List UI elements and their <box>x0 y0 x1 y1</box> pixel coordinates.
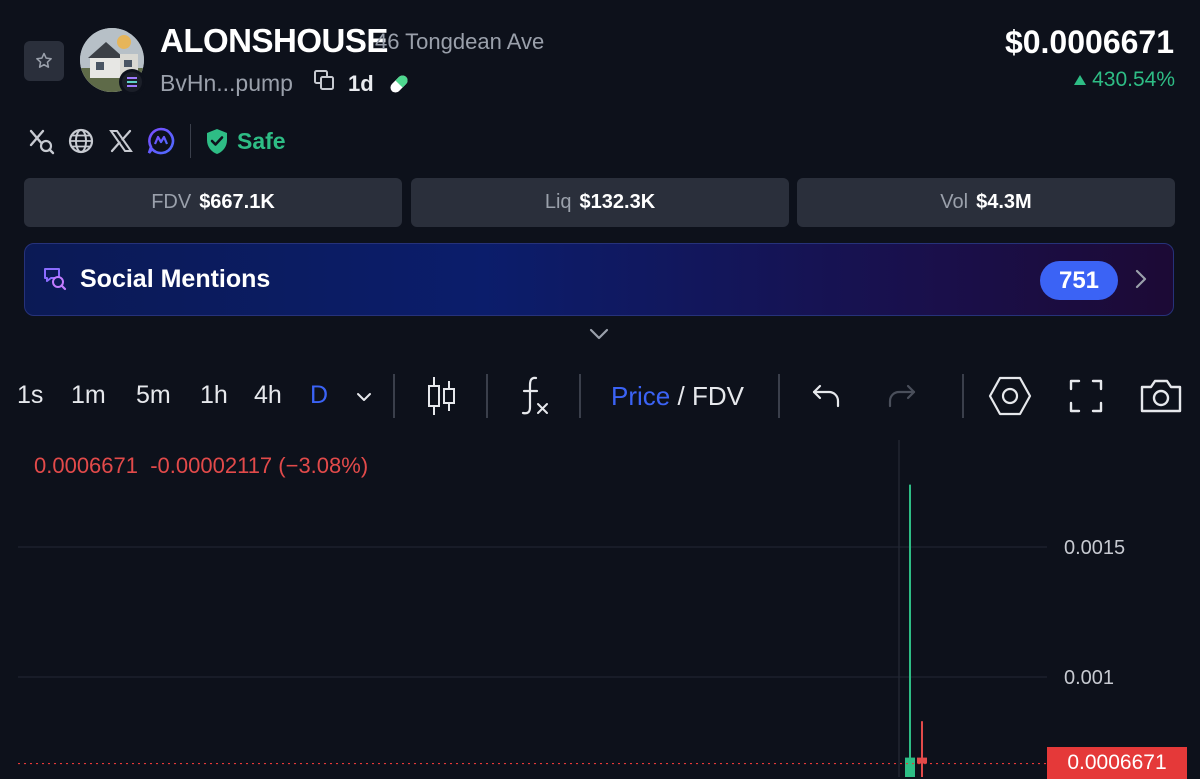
toggle-separator: / <box>677 381 685 411</box>
undo-button[interactable] <box>811 382 841 415</box>
timeframe-4h[interactable]: 4h <box>254 381 282 410</box>
undo-icon <box>812 384 840 408</box>
y-axis-tick-label: 0.001 <box>1064 667 1114 689</box>
pump-pill-icon <box>386 71 412 102</box>
social-divider <box>190 124 191 158</box>
solana-icon <box>127 77 137 87</box>
price-fdv-toggle[interactable]: Price / FDV <box>611 381 744 412</box>
candle-body <box>917 757 927 764</box>
hexagon-settings-icon <box>988 376 1032 416</box>
token-age: 1d <box>348 71 374 96</box>
toolbar-divider <box>486 374 488 418</box>
timeframe-1s[interactable]: 1s <box>17 381 43 410</box>
solana-chain-badge <box>119 69 145 95</box>
shield-check-icon <box>207 128 227 154</box>
timeframe-dropdown-button[interactable] <box>355 390 373 408</box>
indicators-button[interactable] <box>517 374 551 423</box>
settings-button[interactable] <box>988 375 1032 422</box>
social-links-row: Safe <box>24 124 286 158</box>
token-price: $0.0006671 <box>1004 24 1174 60</box>
current-price-tag: 0.0006671 <box>1047 747 1187 779</box>
expand-chevron-down-button[interactable] <box>588 327 610 346</box>
function-fx-icon <box>521 376 548 415</box>
price-toggle-option[interactable]: Price <box>611 381 670 411</box>
chevron-down-icon <box>589 328 609 340</box>
timeframe-1h[interactable]: 1h <box>200 381 228 410</box>
star-icon <box>36 52 52 68</box>
fdv-label: FDV <box>151 191 192 213</box>
toolbar-divider <box>579 374 581 418</box>
x-logo-icon <box>109 129 133 153</box>
toolbar-divider <box>962 374 964 418</box>
candlestick-icon <box>428 377 455 415</box>
chevron-down-icon <box>357 393 371 401</box>
mentions-count-badge: 751 <box>1040 261 1118 300</box>
chat-bubble-icon <box>147 127 175 155</box>
copy-address-button[interactable] <box>312 68 336 97</box>
redo-button[interactable] <box>887 382 917 415</box>
fullscreen-button[interactable] <box>1068 378 1104 419</box>
safety-badge[interactable]: Safe <box>205 128 286 155</box>
camera-icon <box>1140 379 1182 413</box>
fdv-value: $667.1K <box>199 191 275 213</box>
candle-type-button[interactable] <box>426 375 458 422</box>
token-name: ALONSHOUSE <box>160 22 388 59</box>
token-address: BvHn...pump <box>160 70 293 96</box>
fdv-toggle-option[interactable]: FDV <box>692 381 744 411</box>
vol-label: Vol <box>940 191 969 213</box>
toolbar-divider <box>393 374 395 418</box>
liq-value: $132.3K <box>579 191 656 213</box>
copy-icon <box>314 70 334 90</box>
timeframe-d[interactable]: D <box>310 381 328 410</box>
token-subtitle: 46 Tongdean Ave <box>375 29 545 54</box>
vol-value: $4.3M <box>976 191 1032 213</box>
triangle-up-icon <box>1074 75 1087 85</box>
price-change-value: 430.54% <box>1092 68 1175 91</box>
favorite-button[interactable] <box>24 41 64 81</box>
screenshot-button[interactable] <box>1138 377 1184 420</box>
chat-link[interactable] <box>144 124 178 158</box>
price-chart[interactable]: 0.0015 0.001 <box>0 440 1200 777</box>
candle-body <box>905 757 915 777</box>
volume-stat[interactable]: Vol $4.3M <box>797 178 1175 227</box>
timeframe-1m[interactable]: 1m <box>71 381 106 410</box>
mentions-search-icon <box>42 266 68 297</box>
fdv-stat[interactable]: FDV $667.1K <box>24 178 402 227</box>
website-link[interactable] <box>64 124 98 158</box>
timeframe-5m[interactable]: 5m <box>136 381 171 410</box>
liq-label: Liq <box>544 191 572 213</box>
search-x-icon <box>29 129 55 155</box>
globe-icon <box>68 128 94 154</box>
social-mentions-label: Social Mentions <box>80 265 271 293</box>
redo-icon <box>888 384 916 408</box>
search-x-link[interactable] <box>24 124 58 158</box>
toolbar-divider <box>778 374 780 418</box>
safety-label: Safe <box>237 127 286 154</box>
fullscreen-icon <box>1069 379 1103 413</box>
price-change: 430.54% <box>1074 68 1175 92</box>
x-twitter-link[interactable] <box>104 124 138 158</box>
y-axis-tick-label: 0.0015 <box>1064 537 1125 559</box>
chevron-right-icon <box>1134 268 1148 295</box>
liquidity-stat[interactable]: Liq $132.3K <box>411 178 789 227</box>
